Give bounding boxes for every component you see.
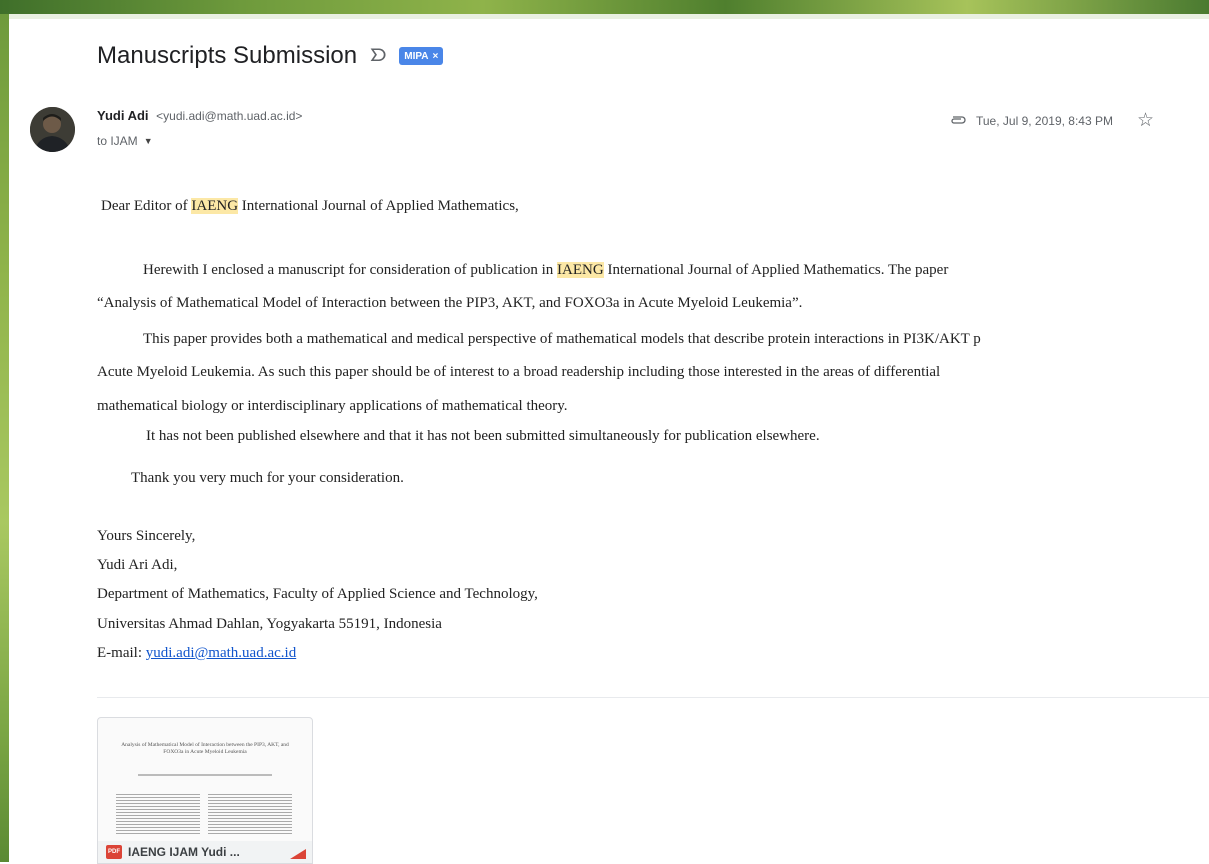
important-marker-icon[interactable]: ᗤ [370, 46, 387, 66]
message-date: Tue, Jul 9, 2019, 8:43 PM [976, 113, 1113, 128]
attachment-name: IAENG IJAM Yudi ... [128, 845, 240, 859]
sender-avatar[interactable] [30, 107, 75, 152]
closing-line: Yours Sincerely, [97, 528, 196, 544]
signature-email-line: E-mail: yudi.adi@math.uad.ac.id [97, 645, 296, 662]
attachment-name-bar[interactable]: PDF IAENG IJAM Yudi ... [98, 841, 312, 863]
drive-icon[interactable] [290, 849, 306, 859]
pdf-icon: PDF [106, 845, 122, 859]
signature-university: Universitas Ahmad Dahlan, Yogyakarta 551… [97, 616, 442, 632]
attachment-thumbnail-column-left [116, 794, 200, 834]
remove-label-icon[interactable]: × [433, 51, 439, 62]
attachments-divider [97, 697, 1209, 698]
email-subject: Manuscripts Submission [97, 42, 358, 69]
window-left-border [0, 14, 9, 862]
signature-email-link[interactable]: yudi.adi@math.uad.ac.id [146, 645, 296, 661]
attachment-thumbnail-column-right [208, 794, 292, 834]
sender-line: Yudi Adi <yudi.adi@math.uad.ac.id> [97, 108, 302, 123]
message-meta: Tue, Jul 9, 2019, 8:43 PM ☆ [950, 109, 1154, 132]
greeting-post: International Journal of Applied Mathema… [238, 198, 519, 214]
chevron-down-icon[interactable]: ▼ [144, 136, 153, 146]
window-top-shadow [0, 14, 1209, 19]
recipient-toggle[interactable]: to IJAM ▼ [97, 134, 153, 148]
highlight-iaeng: IAENG [191, 198, 239, 214]
paragraph-2-line-2: Acute Myeloid Leukemia. As such this pap… [97, 364, 941, 380]
paragraph-3: It has not been published elsewhere and … [146, 428, 820, 444]
label-chip-mipa[interactable]: MIPA × [399, 47, 444, 65]
signature-department: Department of Mathematics, Faculty of Ap… [97, 586, 538, 602]
p1-post: International Journal of Applied Mathema… [603, 262, 949, 278]
recipient-text: to IJAM [97, 134, 138, 148]
avatar-photo [30, 107, 75, 152]
p1-pre: Herewith I enclosed a manuscript for con… [143, 262, 558, 278]
window-top-border [0, 0, 1209, 14]
paragraph-1-line-1: Herewith I enclosed a manuscript for con… [143, 262, 948, 279]
greeting-line: Dear Editor of IAENG International Journ… [101, 198, 519, 215]
email-label: E-mail: [97, 645, 146, 661]
attachment-card[interactable]: Analysis of Mathematical Model of Intera… [97, 717, 313, 864]
signature-name: Yudi Ari Adi, [97, 557, 178, 573]
paragraph-1-line-2: “Analysis of Mathematical Model of Inter… [97, 295, 803, 311]
paragraph-2-line-1: This paper provides both a mathematical … [143, 331, 981, 347]
paperclip-icon [950, 114, 966, 128]
sender-name[interactable]: Yudi Adi [97, 108, 149, 123]
sender-email: <yudi.adi@math.uad.ac.id> [156, 109, 303, 123]
attachment-thumbnail-title: Analysis of Mathematical Model of Intera… [121, 742, 289, 755]
email-subject-row: Manuscripts Submission ᗤ MIPA × [97, 40, 444, 72]
thanks-line: Thank you very much for your considerati… [131, 470, 404, 486]
greeting-pre: Dear Editor of [101, 198, 192, 214]
label-chip-text: MIPA [404, 50, 429, 62]
highlight-iaeng: IAENG [557, 262, 604, 278]
attachment-thumbnail-authors [138, 774, 272, 776]
paragraph-2-line-3: mathematical biology or interdisciplinar… [97, 398, 568, 414]
star-icon[interactable]: ☆ [1137, 109, 1154, 132]
